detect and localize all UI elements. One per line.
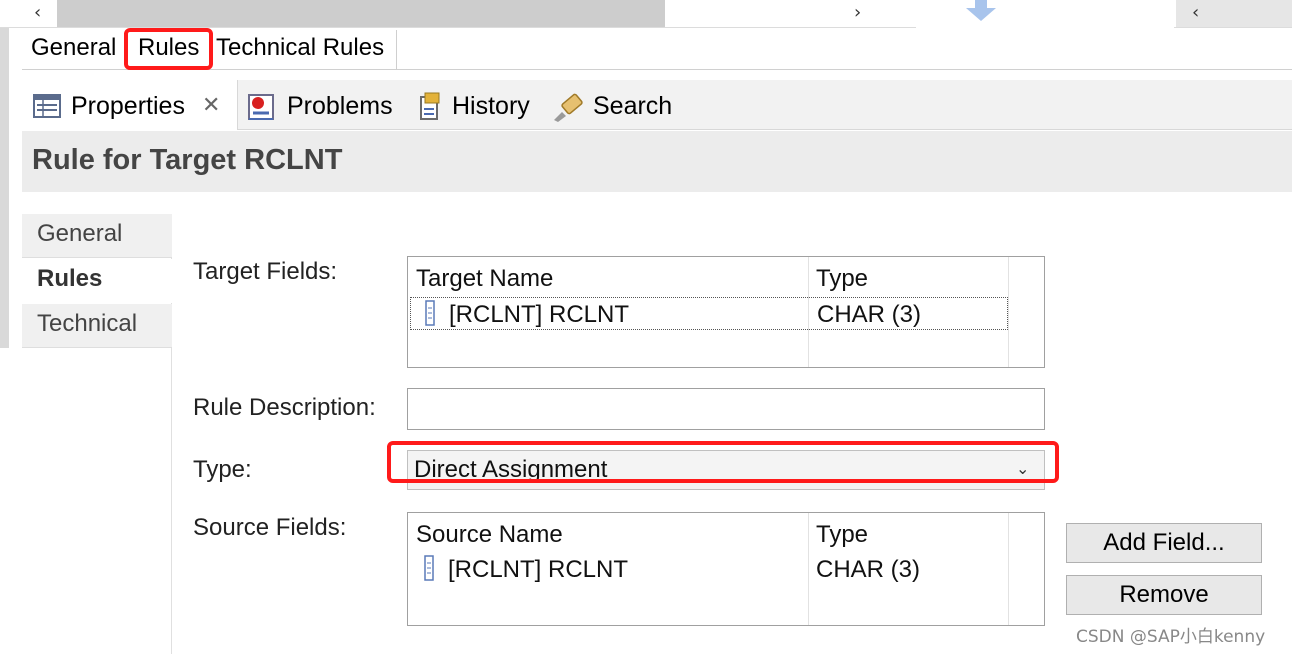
section-rules-label: Rules	[37, 265, 103, 292]
tab-history[interactable]: History	[452, 92, 530, 121]
left-edge	[0, 28, 9, 348]
tab-search[interactable]: Search	[593, 92, 672, 121]
section-list: General Rules Technical	[22, 214, 172, 654]
tab-divider	[396, 30, 397, 70]
column-header-target-name[interactable]: Target Name	[416, 265, 553, 293]
type-highlight	[387, 441, 1059, 483]
source-name-cell: [RCLNT] RCLNT	[448, 556, 629, 583]
properties-tab-label: Properties	[71, 92, 185, 120]
rule-description-input[interactable]	[407, 388, 1045, 430]
page-title: Rule for Target RCLNT	[32, 144, 343, 176]
source-fields-table[interactable]: Source Name Type [RCLNT] RCLNT CHAR (3)	[407, 512, 1045, 626]
target-fields-label: Target Fields:	[193, 258, 338, 285]
target-type-cell: CHAR (3)	[817, 301, 922, 328]
arrow-region	[916, 0, 1174, 28]
add-field-button[interactable]: Add Field...	[1066, 523, 1262, 563]
section-technical[interactable]: Technical	[22, 304, 172, 348]
history-icon	[420, 92, 440, 120]
tab-general[interactable]: General	[31, 34, 116, 62]
view-tab-bar: Properties ✕ Problems History Search	[22, 80, 1292, 130]
tab-problems[interactable]: Problems	[287, 92, 393, 121]
section-general[interactable]: General	[22, 214, 172, 258]
source-fields-label: Source Fields:	[193, 514, 347, 541]
column-divider	[1008, 513, 1009, 625]
target-fields-table[interactable]: Target Name Type [RCLNT] RCLNT CHAR (3)	[407, 256, 1045, 368]
section-rules[interactable]: Rules	[22, 259, 172, 303]
section-general-label: General	[37, 220, 123, 247]
rule-description-label: Rule Description:	[193, 394, 376, 421]
rules-tab-highlight	[124, 28, 213, 70]
column-header-source-name[interactable]: Source Name	[416, 521, 563, 549]
column-header-type[interactable]: Type	[816, 521, 868, 549]
source-type-cell: CHAR (3)	[816, 556, 921, 583]
target-name-cell: [RCLNT] RCLNT	[449, 301, 630, 328]
scrollbar-thumb[interactable]	[57, 0, 665, 27]
type-label: Type:	[193, 456, 252, 483]
field-icon	[425, 300, 435, 326]
close-icon[interactable]: ✕	[202, 93, 220, 118]
tab-properties[interactable]: Properties ✕	[22, 80, 238, 130]
properties-icon	[33, 94, 61, 118]
table-row[interactable]: [RCLNT] RCLNT CHAR (3)	[410, 297, 1008, 330]
section-technical-label: Technical	[37, 310, 138, 337]
table-row[interactable]: [RCLNT] RCLNT CHAR (3)	[410, 553, 1008, 586]
chevron-right-icon[interactable]: ›	[854, 2, 861, 23]
page-header: Rule for Target RCLNT	[22, 131, 1292, 192]
field-icon	[424, 555, 434, 581]
column-divider	[1008, 257, 1009, 367]
chevron-left-icon[interactable]: ‹	[34, 2, 41, 23]
remove-button[interactable]: Remove	[1066, 575, 1262, 615]
horizontal-scrollbar[interactable]: ‹ › ‹	[0, 0, 1292, 28]
problems-icon	[248, 94, 274, 120]
search-icon	[554, 93, 583, 122]
down-arrow-icon	[966, 0, 996, 21]
chevron-left-icon[interactable]: ‹	[1192, 2, 1199, 23]
watermark: CSDN @SAP小白kenny	[1076, 627, 1266, 647]
column-header-type[interactable]: Type	[816, 265, 868, 293]
tab-technical-rules[interactable]: Technical Rules	[216, 34, 384, 62]
